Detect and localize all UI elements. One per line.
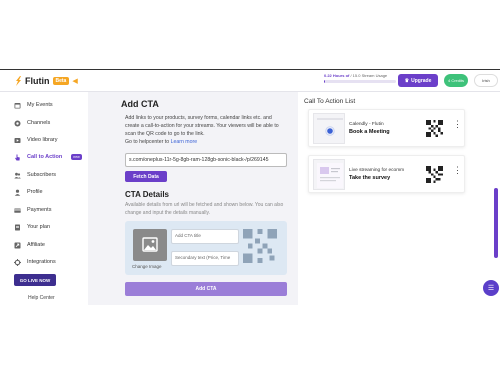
sidebar-item-label: Your plan (27, 224, 51, 230)
speaker-icon: ◀ (72, 78, 78, 85)
qr-code-icon (243, 229, 277, 263)
chat-button[interactable]: ☰ (483, 280, 499, 296)
card-qr-code (426, 120, 443, 137)
card-title: Take the survey (349, 175, 391, 181)
qr-code-preview (243, 229, 277, 263)
cta-list-title: Call To Action List (304, 98, 356, 105)
integrations-icon (14, 258, 21, 266)
card-subtitle: Live streaming for ecomm (349, 168, 405, 173)
sidebar-item-channels[interactable]: Channels (14, 118, 50, 128)
cta-list-panel: Call To Action List Calendly - Flutin Bo… (298, 92, 500, 305)
qr-code-icon (426, 166, 443, 183)
image-icon (142, 237, 158, 252)
sidebar-item-label: Payments (27, 207, 52, 213)
usage-progress-fill (324, 80, 326, 83)
cta-card[interactable]: Calendly - Flutin Book a Meeting ⋮ (308, 109, 465, 147)
sidebar-item-affiliate[interactable]: Affiliate (14, 240, 45, 250)
stream-usage: 0.22 Hours of / 15.0 Stream Usage (324, 73, 396, 83)
fetch-data-button[interactable]: Fetch Data (125, 171, 167, 182)
usage-progress-bar (324, 80, 396, 83)
flutin-logo-icon (14, 75, 22, 87)
add-cta-button[interactable]: Add CTA (125, 282, 287, 296)
survey-thumbnail-icon (317, 163, 343, 188)
cta-details-description: Available details from url will be fetch… (125, 202, 284, 216)
qr-code-icon (426, 120, 443, 137)
affiliate-icon (14, 242, 21, 249)
brand-name: Flutin (25, 76, 50, 86)
video-library-icon (14, 137, 21, 144)
sidebar-item-label: Video library (27, 137, 58, 143)
sidebar: My Events Channels Video library Call to… (0, 92, 88, 305)
add-cta-panel: Add CTA Add links to your products, surv… (88, 92, 298, 305)
cta-details-title: CTA Details (125, 190, 170, 199)
cta-secondary-text-input[interactable]: Secondary text (Price, Time (171, 251, 239, 266)
more-options-icon[interactable]: ⋮ (453, 166, 462, 175)
plan-icon (14, 224, 21, 231)
page-title: Add CTA (121, 99, 159, 109)
learn-more-link[interactable]: Learn more (171, 139, 198, 145)
cta-preview-box: Change Image Add CTA title Secondary tex… (125, 221, 287, 275)
cta-description-text: Add links to your products, survey forms… (125, 115, 279, 137)
image-placeholder[interactable] (133, 229, 167, 261)
sidebar-item-my-events[interactable]: My Events (14, 100, 53, 110)
usage-hours: 0.22 Hours of (324, 73, 350, 78)
sidebar-item-label: Profile (27, 189, 43, 195)
help-prefix: Go to helpcenter to (125, 139, 171, 145)
hand-pointer-icon (14, 154, 21, 161)
sidebar-item-profile[interactable]: Profile (14, 187, 43, 197)
sidebar-item-your-plan[interactable]: Your plan (14, 222, 50, 232)
cta-description: Add links to your products, survey forms… (125, 114, 285, 146)
sidebar-item-integrations[interactable]: Integrations (14, 257, 56, 267)
scrollbar[interactable] (494, 188, 498, 258)
help-center-link[interactable]: Help Center (28, 295, 55, 301)
change-image-link[interactable]: Change Image (132, 264, 162, 269)
card-qr-code (426, 166, 443, 183)
card-title: Book a Meeting (349, 129, 390, 135)
cta-url-input[interactable]: s.com/oneplus-11r-5g-8gb-ram-128gb-sonic… (125, 153, 287, 167)
profile-icon (14, 189, 21, 196)
cta-title-input[interactable]: Add CTA title (171, 229, 239, 244)
user-menu[interactable]: Irish (474, 74, 498, 87)
calendar-icon (14, 102, 21, 109)
more-options-icon[interactable]: ⋮ (453, 120, 462, 129)
card-thumbnail (313, 159, 345, 190)
new-badge: new (71, 154, 82, 160)
sidebar-item-label: Integrations (27, 259, 56, 265)
upgrade-button[interactable]: ♛ Upgrade (398, 74, 438, 87)
card-thumbnail (313, 113, 345, 144)
upgrade-label: Upgrade (411, 77, 432, 84)
channels-icon (14, 120, 21, 127)
sidebar-item-call-to-action[interactable]: Call to Action new (14, 152, 82, 162)
brand-badge: Beta (52, 77, 70, 85)
sidebar-item-label: My Events (27, 102, 53, 108)
sidebar-item-payments[interactable]: Payments (14, 205, 51, 215)
app-window: Flutin Beta ◀ 0.22 Hours of / 15.0 Strea… (0, 69, 500, 305)
usage-total: / 15.0 Stream Usage (349, 73, 388, 78)
sidebar-item-label: Subscribers (27, 172, 57, 178)
crown-icon: ♛ (404, 77, 410, 84)
fetch-data-label: Fetch Data (133, 173, 159, 180)
sidebar-item-label: Call to Action (27, 154, 63, 160)
card-subtitle: Calendly - Flutin (349, 122, 384, 127)
sidebar-item-subscribers[interactable]: Subscribers (14, 170, 56, 180)
brand-logo[interactable]: Flutin Beta ◀ (14, 75, 78, 87)
cta-card[interactable]: Live streaming for ecomm Take the survey… (308, 155, 465, 193)
go-live-button[interactable]: GO LIVE NOW (14, 274, 56, 286)
sidebar-item-video-library[interactable]: Video library (14, 135, 57, 145)
top-bar: Flutin Beta ◀ 0.22 Hours of / 15.0 Strea… (0, 70, 500, 92)
chat-icon: ☰ (487, 285, 495, 292)
calendly-thumbnail-icon (317, 118, 343, 136)
subscribers-icon (14, 172, 21, 179)
usage-text: 0.22 Hours of / 15.0 Stream Usage (324, 73, 396, 78)
payments-icon (14, 207, 21, 214)
sidebar-item-label: Affiliate (27, 242, 45, 248)
credits-badge[interactable]: 4 Credits (444, 74, 468, 87)
sidebar-item-label: Channels (27, 120, 51, 126)
